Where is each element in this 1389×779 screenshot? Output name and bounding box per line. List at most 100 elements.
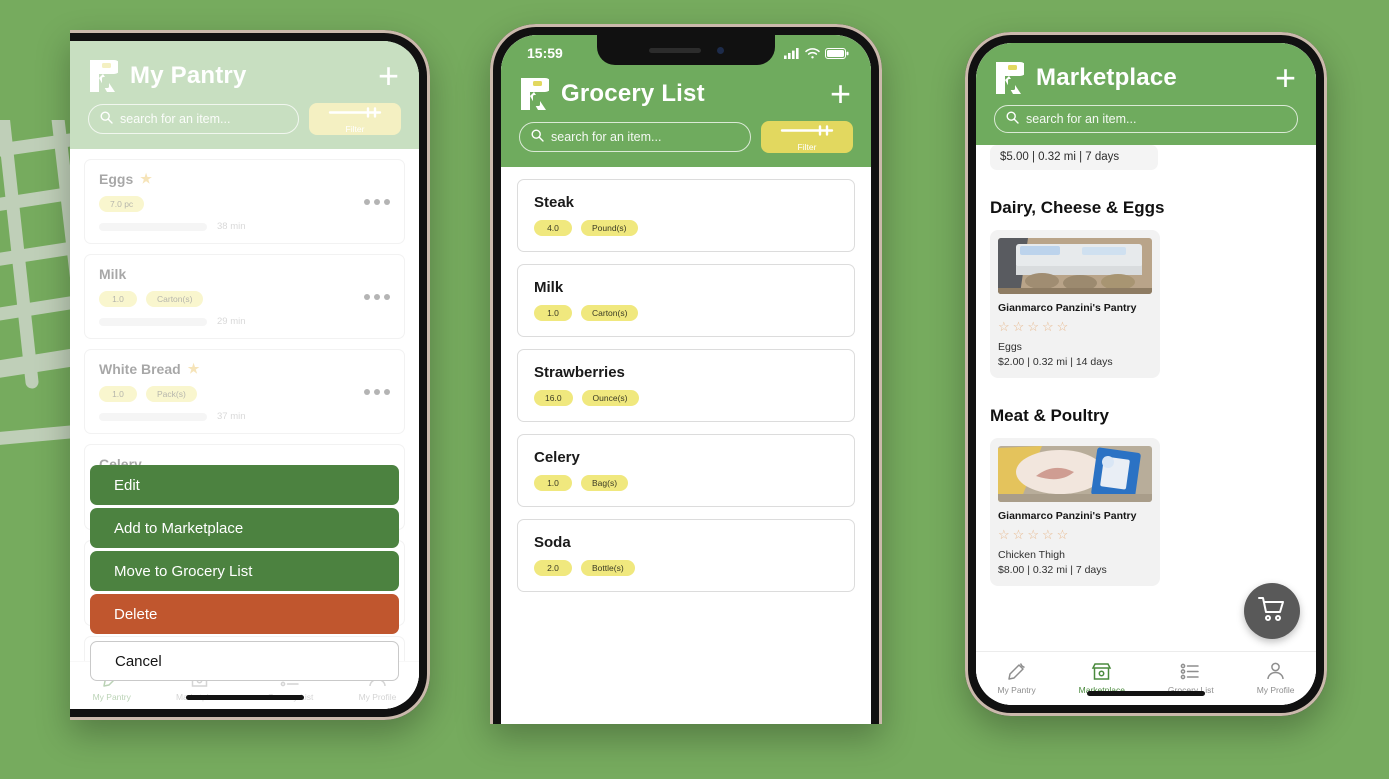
rating-stars[interactable]: ☆ ☆ ☆ ☆ ☆ — [998, 527, 1152, 543]
store-icon — [1091, 661, 1112, 682]
star-icon: ☆ — [1027, 527, 1039, 542]
star-icon: ☆ — [1041, 319, 1054, 334]
sidebar-item-my-profile[interactable]: My Profile — [1256, 661, 1295, 695]
page-title: Grocery List — [561, 80, 705, 107]
listing-item-name: Chicken Thigh — [998, 549, 1065, 561]
phone-left-my-pantry: My Pantry + search for an item... — [70, 30, 430, 720]
listing-meta: $8.00 | 0.32 mi | 7 days — [998, 564, 1107, 576]
filter-button[interactable]: Filter — [761, 121, 853, 153]
grocery-item-list[interactable]: Steak 4.0 Pound(s) Milk 1.0 Carton(s) St… — [501, 167, 871, 724]
sidebar-item-my-pantry[interactable]: My Pantry — [997, 661, 1036, 695]
item-name: Steak — [534, 194, 575, 211]
search-icon — [1006, 111, 1019, 127]
phone-center-grocery-list: 15:59 Grocery List + search for an item.… — [490, 24, 882, 724]
signal-icon — [784, 47, 800, 59]
item-name: Strawberries — [534, 364, 625, 381]
partial-listing-meta: $5.00 | 0.32 mi | 7 days — [990, 145, 1158, 170]
add-listing-button[interactable]: + — [1273, 60, 1298, 96]
screen-grocery-list: 15:59 Grocery List + search for an item.… — [501, 35, 871, 724]
search-icon — [531, 129, 544, 145]
person-icon — [1265, 661, 1286, 682]
phone-right-marketplace: Marketplace + search for an item... $5.0… — [965, 32, 1327, 716]
edit-button[interactable]: Edit — [90, 465, 399, 505]
app-grocery-list: 15:59 Grocery List + search for an item.… — [501, 35, 871, 724]
battery-icon — [825, 47, 849, 59]
item-name: Milk — [534, 279, 564, 296]
home-indicator — [1087, 691, 1205, 696]
speaker-grille — [648, 47, 701, 53]
rating-stars[interactable]: ☆ ☆ ☆ ☆ ☆ — [998, 319, 1152, 335]
home-indicator — [185, 695, 304, 700]
filter-label: Filter — [797, 141, 817, 152]
search-placeholder-text: search for an item... — [1026, 112, 1137, 126]
move-to-grocery-list-button[interactable]: Move to Grocery List — [90, 551, 399, 591]
app-my-pantry: My Pantry + search for an item... — [70, 41, 419, 709]
list-item[interactable]: Soda 2.0 Bottle(s) — [517, 519, 855, 592]
grocery-header: Grocery List + search for an item... Fil… — [501, 67, 871, 167]
front-camera — [716, 46, 724, 54]
listing-card[interactable]: Gianmarco Panzini's Pantry ☆ ☆ ☆ ☆ ☆ Egg… — [990, 230, 1160, 378]
list-icon — [1180, 661, 1201, 682]
star-icon: ☆ — [998, 319, 1010, 334]
fridge-logo-icon — [994, 61, 1024, 95]
nav-label: My Profile — [1256, 684, 1295, 695]
listing-meta: $2.00 | 0.32 mi | 14 days — [998, 356, 1113, 368]
screen-my-pantry: My Pantry + search for an item... — [70, 41, 419, 709]
marketplace-content[interactable]: $5.00 | 0.32 mi | 7 days Dairy, Cheese &… — [976, 145, 1316, 651]
status-time: 15:59 — [527, 45, 563, 61]
list-item[interactable]: Steak 4.0 Pound(s) — [517, 179, 855, 252]
quantity-pill: 1.0 — [534, 475, 572, 491]
star-icon: ☆ — [1027, 319, 1039, 334]
unit-pill: Pound(s) — [581, 220, 638, 236]
item-name: Celery — [534, 449, 580, 466]
shopping-cart-fab[interactable] — [1244, 583, 1300, 639]
section-title-dairy: Dairy, Cheese & Eggs — [990, 198, 1165, 217]
search-placeholder-text: search for an item... — [551, 130, 662, 144]
wifi-icon — [805, 47, 820, 59]
star-icon: ☆ — [1056, 319, 1069, 334]
star-icon: ☆ — [1056, 527, 1069, 542]
egg-carton-photo — [998, 238, 1152, 294]
carrot-icon — [1006, 661, 1027, 682]
screen-marketplace: Marketplace + search for an item... $5.0… — [976, 43, 1316, 705]
page-title: Marketplace — [1036, 64, 1177, 91]
notch — [597, 35, 775, 65]
item-action-sheet[interactable]: Edit Add to Marketplace Move to Grocery … — [90, 465, 399, 681]
sidebar-item-grocery-list[interactable]: Grocery List — [1168, 661, 1214, 695]
star-icon: ☆ — [998, 527, 1010, 542]
add-item-button[interactable]: + — [828, 76, 853, 112]
list-item[interactable]: Milk 1.0 Carton(s) — [517, 264, 855, 337]
listing-card[interactable]: Gianmarco Panzini's Pantry ☆ ☆ ☆ ☆ ☆ Chi… — [990, 438, 1160, 586]
seller-name: Gianmarco Panzini's Pantry — [998, 302, 1137, 314]
listing-item-name: Eggs — [998, 341, 1022, 353]
star-icon: ☆ — [1041, 527, 1054, 542]
delete-button[interactable]: Delete — [90, 594, 399, 634]
quantity-pill: 2.0 — [534, 560, 572, 576]
seller-name: Gianmarco Panzini's Pantry — [998, 510, 1137, 522]
quantity-pill: 1.0 — [534, 305, 572, 321]
unit-pill: Ounce(s) — [581, 390, 639, 406]
add-to-marketplace-button[interactable]: Add to Marketplace — [90, 508, 399, 548]
sidebar-item-marketplace[interactable]: Marketplace — [1079, 661, 1125, 695]
slider-icon — [778, 123, 836, 141]
fridge-logo-icon — [519, 77, 549, 111]
star-icon: ☆ — [1012, 319, 1025, 334]
section-title-meat: Meat & Poultry — [990, 406, 1110, 425]
chicken-package-photo — [998, 446, 1152, 502]
unit-pill: Bag(s) — [581, 475, 629, 491]
nav-label: My Pantry — [997, 684, 1036, 695]
shopping-cart-icon — [1258, 596, 1286, 627]
marketplace-header: Marketplace + search for an item... — [976, 43, 1316, 145]
item-name: Soda — [534, 534, 571, 551]
unit-pill: Bottle(s) — [581, 560, 635, 576]
search-input[interactable]: search for an item... — [994, 105, 1298, 133]
list-item[interactable]: Strawberries 16.0 Ounce(s) — [517, 349, 855, 422]
app-marketplace: Marketplace + search for an item... $5.0… — [976, 43, 1316, 705]
quantity-pill: 4.0 — [534, 220, 572, 236]
quantity-pill: 16.0 — [534, 390, 573, 406]
list-item[interactable]: Celery 1.0 Bag(s) — [517, 434, 855, 507]
bottom-navigation[interactable]: My Pantry Marketplace Grocery List — [976, 651, 1316, 705]
search-input[interactable]: search for an item... — [519, 122, 751, 152]
cancel-button[interactable]: Cancel — [90, 641, 399, 681]
unit-pill: Carton(s) — [581, 305, 639, 321]
